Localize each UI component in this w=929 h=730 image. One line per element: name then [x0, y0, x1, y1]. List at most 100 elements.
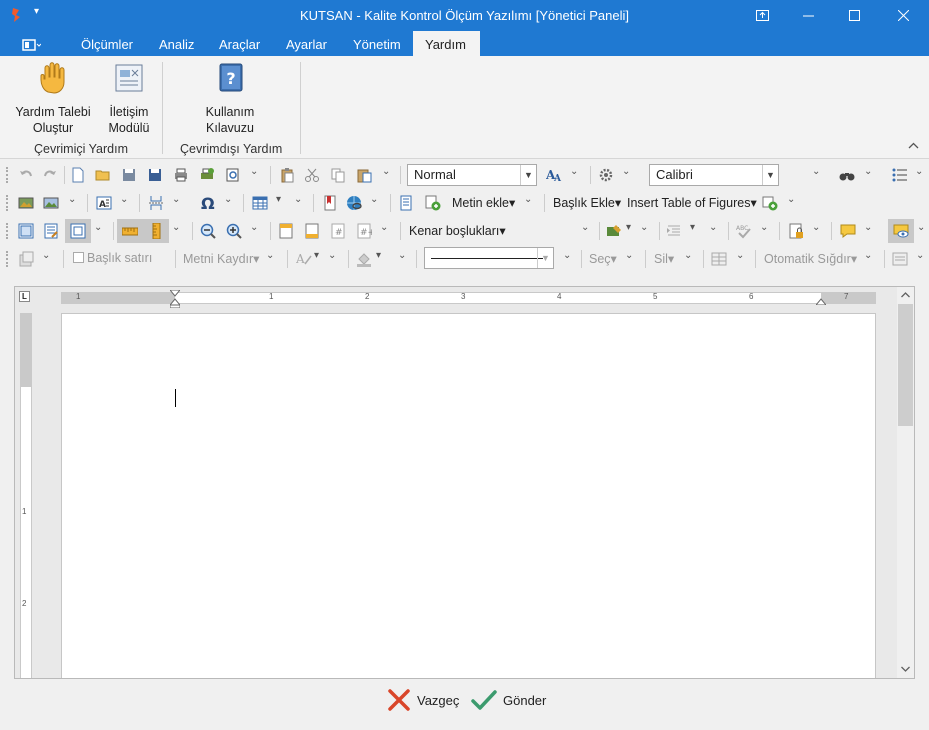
text-direction-icon[interactable]: A [296, 251, 312, 267]
markup-dropdown[interactable]: ⌄ [917, 222, 925, 233]
toolbar-grip[interactable] [6, 251, 9, 267]
select-dropdown[interactable]: ⌄ [625, 250, 633, 261]
redo-icon[interactable] [42, 167, 58, 183]
cancel-button[interactable]: Vazgeç [387, 688, 459, 712]
document-properties-icon[interactable] [398, 195, 414, 211]
create-support-request-button[interactable]: Yardım Talebi Oluştur [8, 62, 98, 136]
settings-dropdown[interactable]: ⌄ [622, 166, 630, 177]
toolbar-grip[interactable] [6, 167, 9, 183]
delete-dropdown[interactable]: ⌄ [684, 250, 692, 261]
insert-text-menu[interactable]: Metin ekle▾ [452, 195, 515, 210]
table-dropdown[interactable]: ⌄ [294, 194, 302, 205]
text-direction-dropdown[interactable]: ⌄ [328, 250, 336, 261]
toolbar-grip[interactable] [6, 223, 9, 239]
cell-shading-dropdown[interactable]: ⌄ [398, 250, 406, 261]
hyperlink-icon[interactable] [346, 195, 362, 211]
change-case-dropdown[interactable]: ⌄ [570, 166, 578, 177]
maximize-button[interactable] [831, 0, 877, 31]
bullet-list-dropdown[interactable]: ⌄ [915, 166, 923, 177]
merge-dropdown[interactable]: ⌄ [736, 250, 744, 261]
tab-olcumler[interactable]: Ölçümler [69, 31, 145, 56]
tab-yardim[interactable]: Yardım [413, 31, 480, 56]
checkbox-box[interactable] [73, 252, 84, 263]
zoom-dropdown[interactable]: ⌄ [250, 222, 258, 233]
margins-menu[interactable]: Kenar boşlukları▾ [409, 223, 506, 238]
new-document-icon[interactable] [70, 167, 86, 183]
insert-caption-menu[interactable]: Başlık Ekle▾ [553, 195, 621, 210]
undo-icon[interactable] [18, 167, 34, 183]
find-binoculars-icon[interactable] [839, 167, 855, 183]
insert-picture-icon[interactable] [18, 195, 34, 211]
spell-check-icon[interactable]: ABC [736, 223, 752, 239]
tab-ayarlar[interactable]: Ayarlar [274, 31, 339, 56]
update-table-icon[interactable] [762, 195, 778, 211]
table-select-icon[interactable] [18, 251, 34, 267]
indent-marker-icon[interactable] [170, 290, 180, 308]
wrap-text-dropdown[interactable]: ⌄ [266, 250, 274, 261]
page-count-icon[interactable]: #+ [356, 223, 372, 239]
hyperlink-dropdown[interactable]: ⌄ [370, 194, 378, 205]
header-icon[interactable] [278, 223, 294, 239]
settings-gear-icon[interactable] [598, 167, 614, 183]
vertical-scrollbar[interactable] [897, 287, 914, 678]
font-size-dropdown[interactable]: ⌄ [812, 166, 820, 177]
ruler-dropdown[interactable]: ⌄ [172, 222, 180, 233]
page-break-dropdown[interactable]: ⌄ [172, 194, 180, 205]
autofit-menu[interactable]: Otomatik Sığdır▾ [764, 251, 857, 266]
scroll-up-icon[interactable] [897, 287, 914, 304]
footer-icon[interactable] [304, 223, 320, 239]
wrap-text-menu[interactable]: Metni Kaydır▾ [183, 251, 259, 266]
table-properties-icon[interactable] [892, 251, 908, 267]
table-grid-dropdown[interactable]: ▾ [276, 194, 281, 205]
document-editor[interactable]: L 1 1 2 3 4 5 6 7 1 2 3 [14, 286, 915, 679]
vertical-ruler[interactable]: 1 2 3 [20, 313, 32, 678]
insert-image-file-icon[interactable] [43, 195, 59, 211]
cell-shading-arrow[interactable]: ▾ [376, 250, 381, 261]
margins-dropdown[interactable]: ⌄ [581, 222, 589, 233]
contact-module-button[interactable]: İletişim Modülü [102, 62, 156, 136]
delete-menu[interactable]: Sil▾ [654, 251, 674, 266]
zoom-out-icon[interactable] [200, 223, 216, 239]
find-dropdown[interactable]: ⌄ [864, 166, 872, 177]
indent-icon[interactable] [666, 223, 682, 239]
user-manual-button[interactable]: ? Kullanım Kılavuzu [198, 62, 262, 136]
border-style-combo[interactable]: ▼ [424, 247, 554, 269]
print-icon[interactable] [173, 167, 189, 183]
collapse-ribbon-button[interactable] [908, 140, 919, 152]
table-select-dropdown[interactable]: ⌄ [42, 250, 50, 261]
new-comment-icon[interactable] [840, 223, 856, 239]
image-dropdown[interactable]: ⌄ [68, 194, 76, 205]
open-folder-icon[interactable] [95, 167, 111, 183]
spell-check-dropdown[interactable]: ⌄ [760, 222, 768, 233]
restore-popup-button[interactable] [739, 0, 785, 31]
tab-analiz[interactable]: Analiz [147, 31, 206, 56]
insert-field-icon[interactable] [425, 195, 441, 211]
cell-shading-icon[interactable] [356, 251, 372, 267]
insert-text-dropdown[interactable]: ⌄ [524, 194, 532, 205]
app-menu-button[interactable] [6, 34, 56, 56]
paragraph-shading-icon[interactable] [606, 223, 622, 239]
document-page[interactable] [61, 313, 876, 678]
table-properties-dropdown[interactable]: ⌄ [916, 250, 924, 261]
font-combo[interactable]: Calibri ▼ [649, 164, 779, 186]
page-number-icon[interactable]: # [330, 223, 346, 239]
protect-document-icon[interactable] [788, 223, 804, 239]
print-preview-dropdown[interactable]: ⌄ [250, 166, 258, 177]
minimize-button[interactable] [785, 0, 831, 31]
update-table-dropdown[interactable]: ⌄ [787, 194, 795, 205]
right-indent-marker-icon[interactable] [816, 297, 826, 305]
symbol-omega-icon[interactable]: Ω [200, 195, 216, 211]
scroll-down-icon[interactable] [897, 661, 914, 678]
insert-table-of-figures-menu[interactable]: Insert Table of Figures▾ [627, 195, 757, 210]
page-break-icon[interactable] [148, 195, 164, 211]
save-as-icon[interactable] [147, 167, 163, 183]
style-combo[interactable]: Normal ▼ [407, 164, 537, 186]
vertical-ruler-icon[interactable] [148, 223, 164, 239]
select-menu[interactable]: Seç▾ [589, 251, 617, 266]
paste-icon[interactable] [279, 167, 295, 183]
tab-yonetim[interactable]: Yönetim [341, 31, 413, 56]
copy-icon[interactable] [330, 167, 346, 183]
insert-table-icon[interactable] [252, 195, 268, 211]
horizontal-ruler-icon[interactable] [122, 223, 138, 239]
save-icon[interactable] [121, 167, 137, 183]
